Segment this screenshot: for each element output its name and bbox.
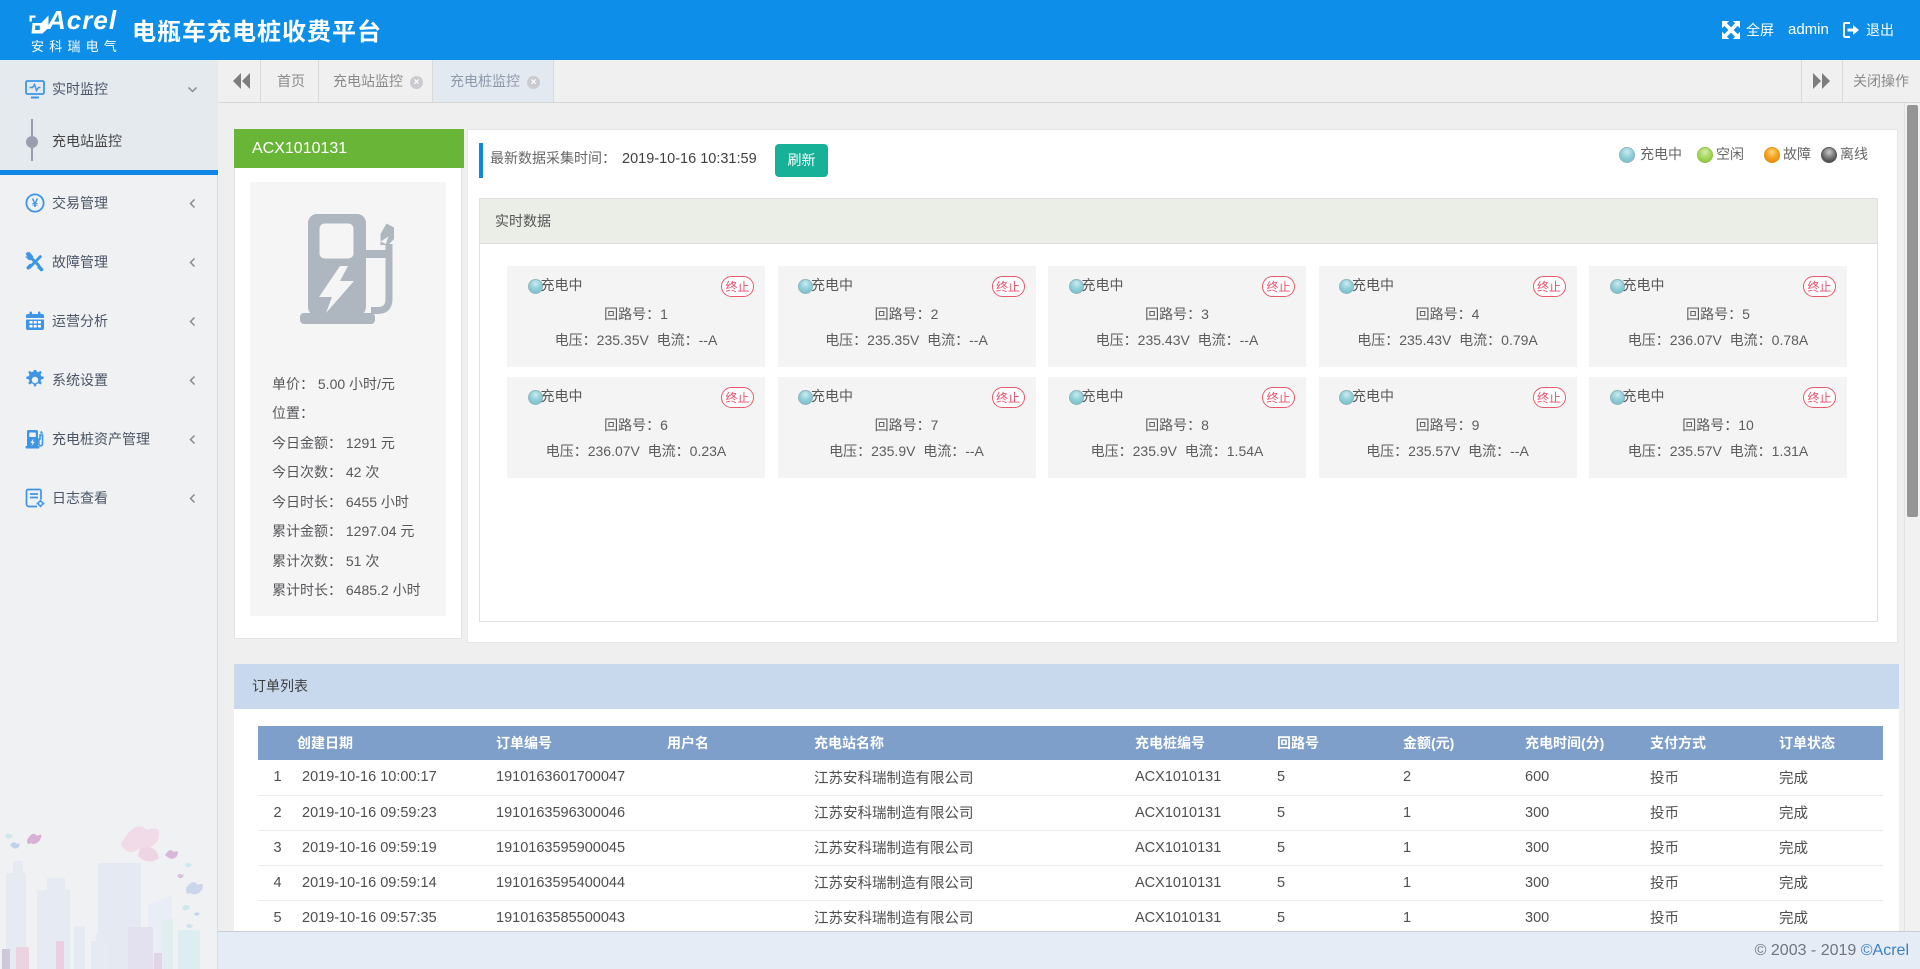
svg-text:¥: ¥: [32, 198, 39, 210]
